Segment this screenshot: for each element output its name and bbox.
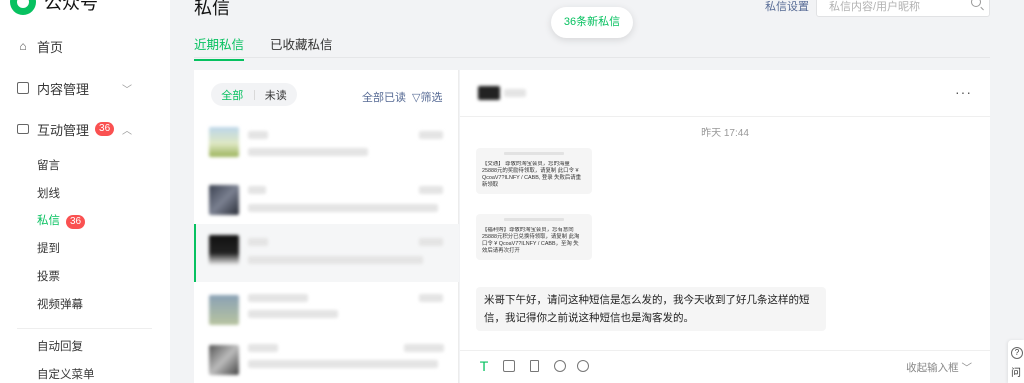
nav-home-label: 首页 bbox=[37, 39, 64, 55]
help-label: 问 bbox=[1011, 368, 1021, 379]
interaction-badge: 36 bbox=[95, 122, 115, 136]
help-widget[interactable]: ? 问 bbox=[1008, 340, 1024, 383]
collapse-input-label: 收起输入框 bbox=[906, 362, 959, 374]
sms-screenshot-image[interactable]: 【交通】 尊敬的淘宝会员，您的海量 25888元的奖励待领取，请复制 此口令 ¥… bbox=[476, 148, 592, 194]
chevron-down-icon: ﹀ bbox=[958, 362, 972, 374]
chat-panel: ··· 昨天 17:44 【交通】 尊敬的淘宝会员，您的海量 25888元的奖励… bbox=[460, 70, 990, 383]
document-icon bbox=[17, 82, 29, 94]
chat-contact-name-blurred bbox=[478, 86, 526, 100]
contact-name-blurred bbox=[248, 238, 268, 246]
list-item[interactable] bbox=[194, 334, 459, 383]
contact-name-blurred bbox=[248, 131, 268, 139]
avatar bbox=[209, 235, 239, 265]
sub-item-underline[interactable]: 划线 bbox=[37, 184, 60, 204]
filter-unread-button[interactable]: 未读 bbox=[255, 87, 298, 103]
chat-header-divider bbox=[460, 116, 990, 117]
nav-content-label: 内容管理 bbox=[37, 81, 90, 97]
contact-avatar-blurred bbox=[478, 86, 500, 100]
app-name: 公众号 bbox=[44, 0, 98, 13]
sub-item-auto-reply[interactable]: 自动回复 bbox=[37, 337, 83, 357]
chat-bubble-icon bbox=[17, 124, 29, 134]
audio-icon[interactable] bbox=[554, 360, 566, 372]
contact-nickname-blurred bbox=[504, 89, 526, 97]
article-icon[interactable] bbox=[530, 360, 539, 372]
message-timestamp: 昨天 17:44 bbox=[701, 128, 749, 139]
search-input[interactable]: 私信内容/用户昵称 bbox=[816, 0, 990, 17]
filter-label: 筛选 bbox=[420, 92, 443, 104]
image-icon[interactable] bbox=[503, 360, 515, 372]
contact-name-blurred bbox=[248, 186, 266, 194]
nav-home[interactable]: ⌂ 首页 bbox=[0, 32, 170, 60]
timestamp-blurred bbox=[419, 131, 443, 139]
list-item-active[interactable] bbox=[194, 224, 459, 282]
sms-header-line bbox=[504, 218, 564, 221]
chevron-down-icon: ﹀ bbox=[122, 84, 132, 96]
header-divider bbox=[194, 57, 990, 58]
conversation-list: 全部 未读 全部已读 ▽筛选 bbox=[194, 70, 459, 383]
sub-item-messages-label: 私信 bbox=[37, 215, 60, 227]
avatar bbox=[209, 185, 239, 215]
nav-interaction[interactable]: 互动管理 36 ︿ bbox=[0, 115, 170, 143]
message-preview-blurred bbox=[248, 256, 423, 264]
timestamp-blurred bbox=[419, 238, 443, 246]
sub-item-danmaku[interactable]: 视频弹幕 bbox=[37, 295, 83, 315]
message-preview-blurred bbox=[248, 148, 368, 156]
contact-name-blurred bbox=[248, 294, 308, 302]
search-icon[interactable] bbox=[971, 0, 981, 7]
sidebar-divider bbox=[17, 328, 152, 329]
message-bubble: 米哥下午好，请问这种短信是怎么发的，我今天收到了好几条这样的短信，我记得你之前说… bbox=[476, 287, 826, 331]
collapse-input-button[interactable]: 收起输入框 ﹀ bbox=[906, 360, 972, 375]
sms-screenshot-image[interactable]: 【福利购】尊敬的淘宝会员，您有意向 25888元积分已兑换待领取，请复制 此淘口… bbox=[476, 214, 592, 260]
video-play-icon[interactable] bbox=[577, 360, 589, 372]
message-preview-blurred bbox=[248, 360, 438, 368]
messages-badge: 36 bbox=[66, 215, 86, 229]
sms-header-line bbox=[504, 152, 564, 155]
sub-item-mentions[interactable]: 提到 bbox=[37, 239, 60, 259]
new-messages-toast[interactable]: 36条新私信 bbox=[551, 7, 633, 38]
home-icon: ⌂ bbox=[19, 39, 27, 53]
mark-all-read-button[interactable]: 全部已读 bbox=[362, 89, 406, 105]
read-filter-segment: 全部 未读 bbox=[211, 83, 297, 106]
message-preview-blurred bbox=[248, 310, 338, 318]
timestamp-blurred bbox=[419, 294, 443, 302]
sub-item-custom-menu[interactable]: 自定义菜单 bbox=[37, 365, 95, 383]
contact-name-blurred bbox=[248, 344, 278, 352]
text-format-icon[interactable]: T bbox=[478, 359, 490, 373]
sms-screenshot-text: 【交通】 尊敬的淘宝会员，您的海量 25888元的奖励待领取，请复制 此口令 ¥… bbox=[482, 161, 582, 188]
page-title: 私信 bbox=[194, 0, 230, 18]
timestamp-blurred bbox=[419, 186, 443, 194]
sub-item-messages[interactable]: 私信 36 bbox=[37, 211, 86, 231]
nav-content[interactable]: 内容管理 ﹀ bbox=[0, 74, 170, 102]
avatar bbox=[209, 295, 239, 325]
search-placeholder: 私信内容/用户昵称 bbox=[829, 1, 921, 13]
sidebar: 公众号 ⌂ 首页 内容管理 ﹀ 互动管理 36 ︿ 留言 划线 私信 36 提到 … bbox=[0, 0, 170, 383]
sub-item-votes[interactable]: 投票 bbox=[37, 267, 60, 287]
list-item[interactable] bbox=[194, 116, 459, 174]
wechat-logo-icon bbox=[10, 0, 36, 15]
avatar bbox=[209, 345, 239, 375]
nav-interaction-label: 互动管理 bbox=[37, 122, 90, 138]
chevron-up-icon: ︿ bbox=[122, 125, 132, 137]
message-settings-link[interactable]: 私信设置 bbox=[765, 0, 809, 14]
avatar bbox=[209, 127, 239, 157]
sms-screenshot-text: 【福利购】尊敬的淘宝会员，您有意向 25888元积分已兑换待领取，请复制 此淘口… bbox=[482, 227, 580, 254]
question-icon: ? bbox=[1011, 347, 1023, 359]
filter-all-button[interactable]: 全部 bbox=[211, 87, 254, 103]
timestamp-blurred bbox=[404, 344, 444, 352]
more-options-icon[interactable]: ··· bbox=[955, 84, 972, 100]
message-preview-blurred bbox=[248, 204, 438, 212]
sub-item-comments[interactable]: 留言 bbox=[37, 156, 60, 176]
input-toolbar-divider bbox=[460, 350, 990, 351]
logo[interactable]: 公众号 bbox=[10, 0, 98, 16]
filter-button[interactable]: ▽筛选 bbox=[412, 89, 442, 105]
